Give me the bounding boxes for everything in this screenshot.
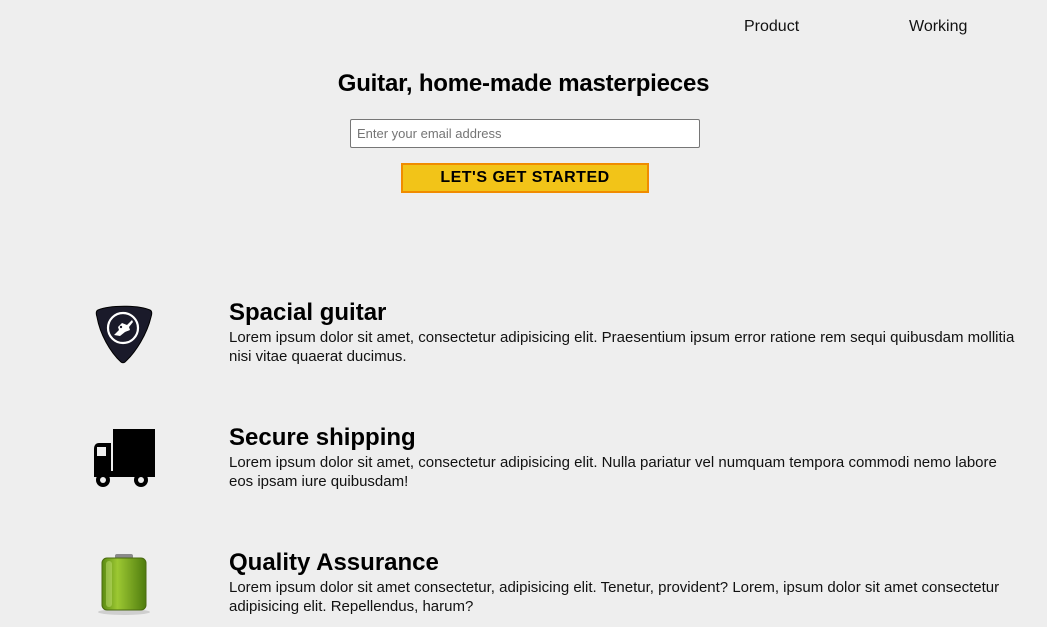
get-started-button[interactable]: LET'S GET STARTED bbox=[401, 163, 649, 193]
feature-description: Lorem ipsum dolor sit amet, consectetur … bbox=[229, 454, 997, 490]
feature-description: Lorem ipsum dolor sit amet consectetur, … bbox=[229, 579, 1000, 615]
feature-item: Spacial guitar Lorem ipsum dolor sit ame… bbox=[0, 298, 1047, 378]
guitar-pick-icon bbox=[92, 302, 156, 366]
feature-title: Spacial guitar bbox=[229, 299, 387, 326]
landing-page: Product Working Guitar, home-made master… bbox=[0, 0, 1047, 627]
nav-link-product[interactable]: Product bbox=[744, 18, 799, 36]
email-field[interactable] bbox=[350, 119, 700, 148]
feature-text: Secure shipping Lorem ipsum dolor sit am… bbox=[229, 423, 1019, 491]
hero-title: Guitar, home-made masterpieces bbox=[337, 70, 710, 97]
truck-icon bbox=[92, 427, 156, 491]
feature-text: Quality Assurance Lorem ipsum dolor sit … bbox=[229, 548, 1019, 616]
feature-title: Secure shipping bbox=[229, 424, 416, 451]
top-nav: Product Working bbox=[0, 18, 1047, 38]
nav-link-working[interactable]: Working bbox=[909, 18, 967, 36]
feature-description: Lorem ipsum dolor sit amet, consectetur … bbox=[229, 329, 1015, 365]
feature-item: Secure shipping Lorem ipsum dolor sit am… bbox=[0, 423, 1047, 503]
feature-text: Spacial guitar Lorem ipsum dolor sit ame… bbox=[229, 298, 1019, 366]
battery-icon bbox=[92, 552, 156, 616]
feature-title: Quality Assurance bbox=[229, 549, 439, 576]
feature-item: Quality Assurance Lorem ipsum dolor sit … bbox=[0, 548, 1047, 627]
